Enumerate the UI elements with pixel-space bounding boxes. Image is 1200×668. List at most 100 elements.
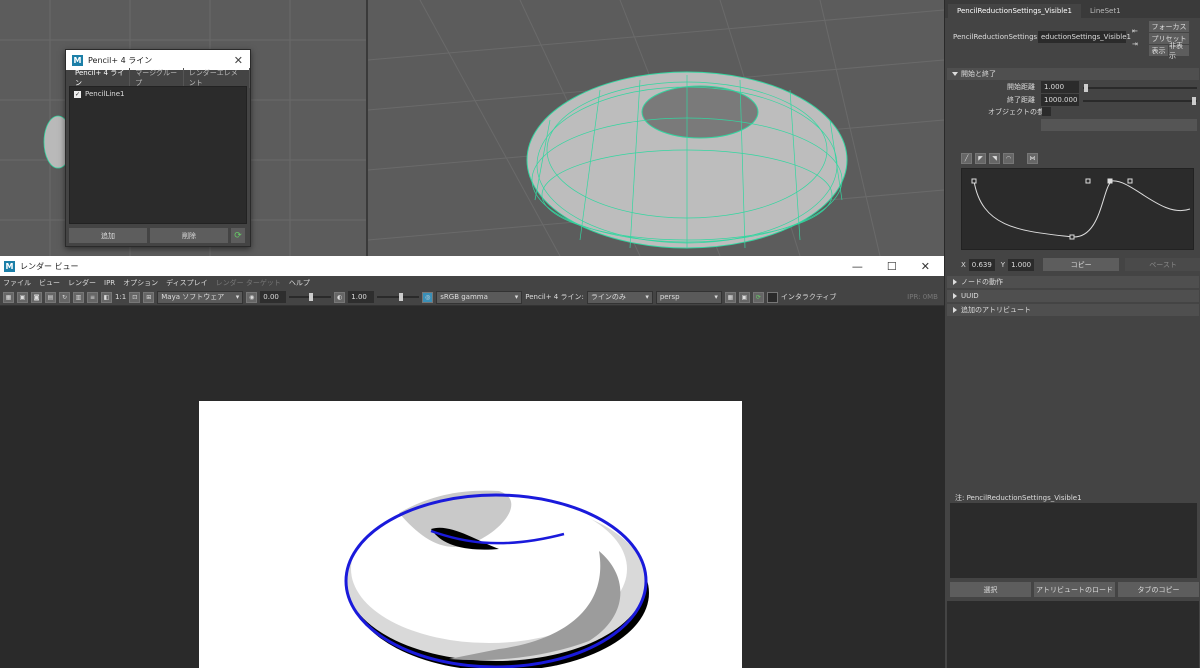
menu-view[interactable]: ビュー	[39, 278, 60, 288]
curve-presets: ╱ ◤ ◥ ◠ ⋈	[961, 153, 1038, 164]
section-uuid[interactable]: UUID	[947, 290, 1199, 302]
render-settings-icon[interactable]: ▦	[724, 291, 736, 303]
render-view-window[interactable]: M レンダー ビュー — ☐ ✕ ファイル ビュー レンダー IPR オプション…	[0, 256, 944, 668]
tab-render-elements[interactable]: レンダーエレメント	[184, 67, 250, 88]
camera-select[interactable]: persp ▾	[655, 290, 722, 304]
snapshot-icon[interactable]: ◙	[31, 291, 42, 303]
start-distance-slider[interactable]	[1083, 82, 1197, 94]
color-space-select[interactable]: sRGB gamma ▾	[436, 290, 523, 304]
smooth-preset-icon[interactable]: ◠	[1003, 153, 1014, 164]
menu-file[interactable]: ファイル	[3, 278, 31, 288]
menu-display[interactable]: ディスプレイ	[166, 278, 208, 288]
tab-reduction-settings[interactable]: PencilReductionSettings_Visible1	[948, 4, 1081, 18]
focus-button[interactable]: フォーカス	[1149, 21, 1189, 32]
node-name-field[interactable]: eductionSettings_Visible1	[1038, 31, 1131, 43]
close-icon[interactable]: ✕	[921, 260, 930, 273]
end-distance-label: 終了距離	[1007, 96, 1035, 104]
real-size-icon[interactable]: ⊞	[143, 291, 155, 303]
section-extra-attributes[interactable]: 追加のアトリビュート	[947, 304, 1199, 316]
interactive-label: インタラクティブ	[780, 293, 837, 301]
keep-image-icon[interactable]: ▥	[73, 291, 84, 303]
paste-button: ペースト	[1125, 258, 1200, 271]
renderer-select[interactable]: Maya ソフトウェア ▾	[157, 290, 244, 304]
tab-merge-groups[interactable]: マージグループ	[130, 67, 184, 88]
object-reference-checkbox[interactable]	[1042, 107, 1051, 116]
end-distance-slider[interactable]	[1083, 95, 1197, 107]
y-field[interactable]: 1.000	[1008, 258, 1035, 271]
ipr-memory-label: IPR: 0MB	[907, 293, 938, 301]
section-start-end[interactable]: 開始と終了	[947, 68, 1199, 80]
copy-button[interactable]: コピー	[1043, 258, 1120, 271]
notes-field[interactable]	[950, 503, 1197, 578]
close-icon[interactable]: ✕	[234, 54, 243, 67]
start-distance-field[interactable]: 1.000	[1041, 81, 1079, 93]
delete-button[interactable]: 削除	[150, 228, 228, 243]
pencil-line-label: Pencil+ 4 ライン:	[525, 293, 584, 301]
copy-tab-button[interactable]: タブのコピー	[1118, 582, 1199, 597]
interactive-refresh-icon[interactable]: ⟳	[752, 291, 764, 303]
x-field[interactable]: 0.639	[968, 258, 995, 271]
ease-out-preset-icon[interactable]: ◥	[989, 153, 1000, 164]
checkbox-icon[interactable]: ✓	[74, 90, 81, 98]
line-mode-select[interactable]: ラインのみ ▾	[586, 290, 653, 304]
hide-button[interactable]: 非表示	[1169, 42, 1189, 60]
select-button[interactable]: 選択	[950, 582, 1031, 597]
chevron-down-icon: ▾	[645, 293, 649, 301]
dialog-title: Pencil+ 4 ライン	[88, 55, 153, 65]
menu-render[interactable]: レンダー	[68, 278, 96, 288]
curve-editor[interactable]	[961, 168, 1194, 250]
ease-in-preset-icon[interactable]: ◤	[975, 153, 986, 164]
line-list[interactable]: ✓ PencilLine1	[69, 86, 247, 224]
fit-image-icon[interactable]: ⊡	[129, 291, 141, 303]
list-item[interactable]: ✓ PencilLine1	[70, 87, 246, 101]
maximize-icon[interactable]: ☐	[887, 260, 897, 273]
rgb-channel-icon[interactable]: ≡	[87, 291, 98, 303]
menu-ipr[interactable]: IPR	[104, 279, 115, 287]
menu-options[interactable]: オプション	[123, 278, 158, 288]
minimize-icon[interactable]: —	[852, 260, 863, 273]
color-management-icon[interactable]: ◎	[422, 291, 434, 303]
linear-preset-icon[interactable]: ╱	[961, 153, 972, 164]
refresh-icon[interactable]: ⟳	[231, 228, 245, 243]
tab-lineset[interactable]: LineSet1	[1081, 4, 1130, 18]
load-attributes-button[interactable]: アトリビュートのロード	[1034, 582, 1115, 597]
alpha-channel-icon[interactable]: ◧	[101, 291, 112, 303]
torus-object[interactable]	[526, 71, 848, 249]
interactive-checkbox[interactable]	[766, 291, 778, 303]
end-distance-field[interactable]: 1000.000	[1041, 94, 1079, 106]
falloff-curve	[971, 178, 1191, 240]
add-button[interactable]: 追加	[69, 228, 147, 243]
attribute-editor: PencilReductionSettings_Visible1 LineSet…	[944, 0, 1200, 668]
refresh-ipr-icon[interactable]: ↻	[59, 291, 70, 303]
gamma-slider[interactable]	[377, 291, 420, 303]
maya-logo-icon: M	[72, 54, 83, 66]
expand-icon	[953, 279, 957, 285]
menu-help[interactable]: ヘルプ	[289, 278, 310, 288]
render-title: レンダー ビュー	[20, 261, 79, 271]
render-region-icon[interactable]: ▣	[17, 291, 28, 303]
pencil-line-dialog[interactable]: M Pencil+ 4 ライン ✕ Pencil+ 4 ライン マージグループ …	[65, 49, 251, 247]
render-titlebar[interactable]: M レンダー ビュー — ☐ ✕	[0, 256, 944, 276]
dialog-tabs: Pencil+ 4 ライン マージグループ レンダーエレメント	[66, 67, 250, 88]
gamma-field[interactable]: 1.00	[348, 291, 375, 303]
render-frame-icon[interactable]: ▦	[3, 291, 14, 303]
render-image	[199, 401, 742, 668]
node-type-label: PencilReductionSettings:	[953, 33, 1040, 41]
flip-curve-icon[interactable]: ⋈	[1027, 153, 1038, 164]
maya-logo-icon: M	[4, 260, 15, 272]
output-connection-icon[interactable]: ⇥	[1132, 40, 1138, 48]
input-connection-icon[interactable]: ⇤	[1132, 27, 1138, 35]
ipr-render-icon[interactable]: ▤	[45, 291, 56, 303]
y-label: Y	[1000, 260, 1006, 269]
ratio-label[interactable]: 1:1	[115, 293, 126, 301]
tab-pencil-lines[interactable]: Pencil+ 4 ライン	[70, 67, 131, 88]
exposure-field[interactable]: 0.00	[260, 291, 287, 303]
exposure-icon[interactable]: ◉	[246, 291, 258, 303]
exposure-slider[interactable]	[289, 291, 332, 303]
show-button[interactable]: 表示	[1149, 45, 1168, 56]
gamma-icon[interactable]: ◐	[334, 291, 346, 303]
ipr-snapshot-icon[interactable]: ▣	[738, 291, 750, 303]
section-node-behavior[interactable]: ノードの動作	[947, 276, 1199, 288]
start-distance-label: 開始距離	[1007, 83, 1035, 91]
expand-icon	[953, 293, 957, 299]
